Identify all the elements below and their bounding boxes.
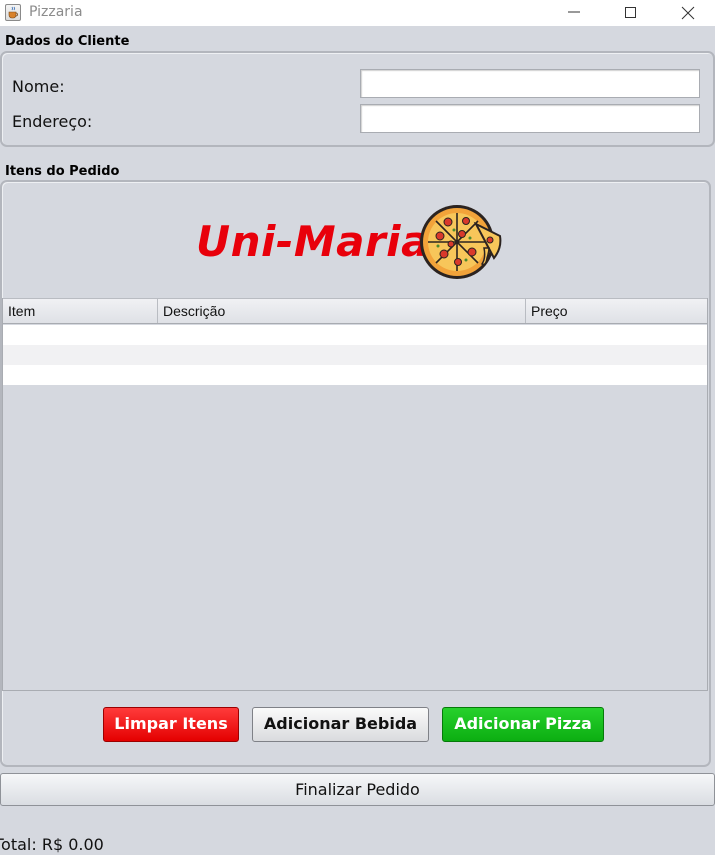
adicionar-pizza-button[interactable]: Adicionar Pizza xyxy=(442,707,604,742)
endereco-label: Endereço: xyxy=(12,112,93,131)
limpar-itens-button[interactable]: Limpar Itens xyxy=(103,707,239,742)
window-titlebar[interactable]: Pizzaria xyxy=(0,0,715,26)
table-empty-area[interactable] xyxy=(3,385,707,691)
endereco-input[interactable] xyxy=(360,104,700,133)
logo-text: Uni-Maria xyxy=(196,217,430,266)
table-border xyxy=(707,298,708,691)
window-title: Pizzaria xyxy=(29,4,83,20)
table-header: Item Descrição Preço xyxy=(3,298,707,324)
minimize-button[interactable] xyxy=(545,0,603,26)
column-header-descricao[interactable]: Descrição xyxy=(158,299,526,323)
total-label: Total: R$ 0.00 xyxy=(0,835,104,854)
maximize-button[interactable] xyxy=(602,0,660,26)
pizza-icon xyxy=(420,205,502,279)
close-button[interactable] xyxy=(659,0,715,26)
finalizar-pedido-button[interactable]: Finalizar Pedido xyxy=(0,773,715,806)
table-row[interactable] xyxy=(3,345,707,365)
dados-cliente-title: Dados do Cliente xyxy=(5,34,130,49)
nome-input[interactable] xyxy=(360,69,700,98)
nome-label: Nome: xyxy=(12,77,65,96)
adicionar-bebida-button[interactable]: Adicionar Bebida xyxy=(252,707,429,742)
close-icon xyxy=(681,6,695,20)
column-header-item[interactable]: Item xyxy=(3,299,158,323)
maximize-icon xyxy=(625,7,636,18)
table-row[interactable] xyxy=(3,325,707,345)
minimize-icon xyxy=(568,11,580,13)
table-row[interactable] xyxy=(3,365,707,385)
java-cup-icon xyxy=(5,4,21,21)
itens-pedido-title: Itens do Pedido xyxy=(5,164,120,179)
column-header-preco[interactable]: Preço xyxy=(526,299,707,323)
